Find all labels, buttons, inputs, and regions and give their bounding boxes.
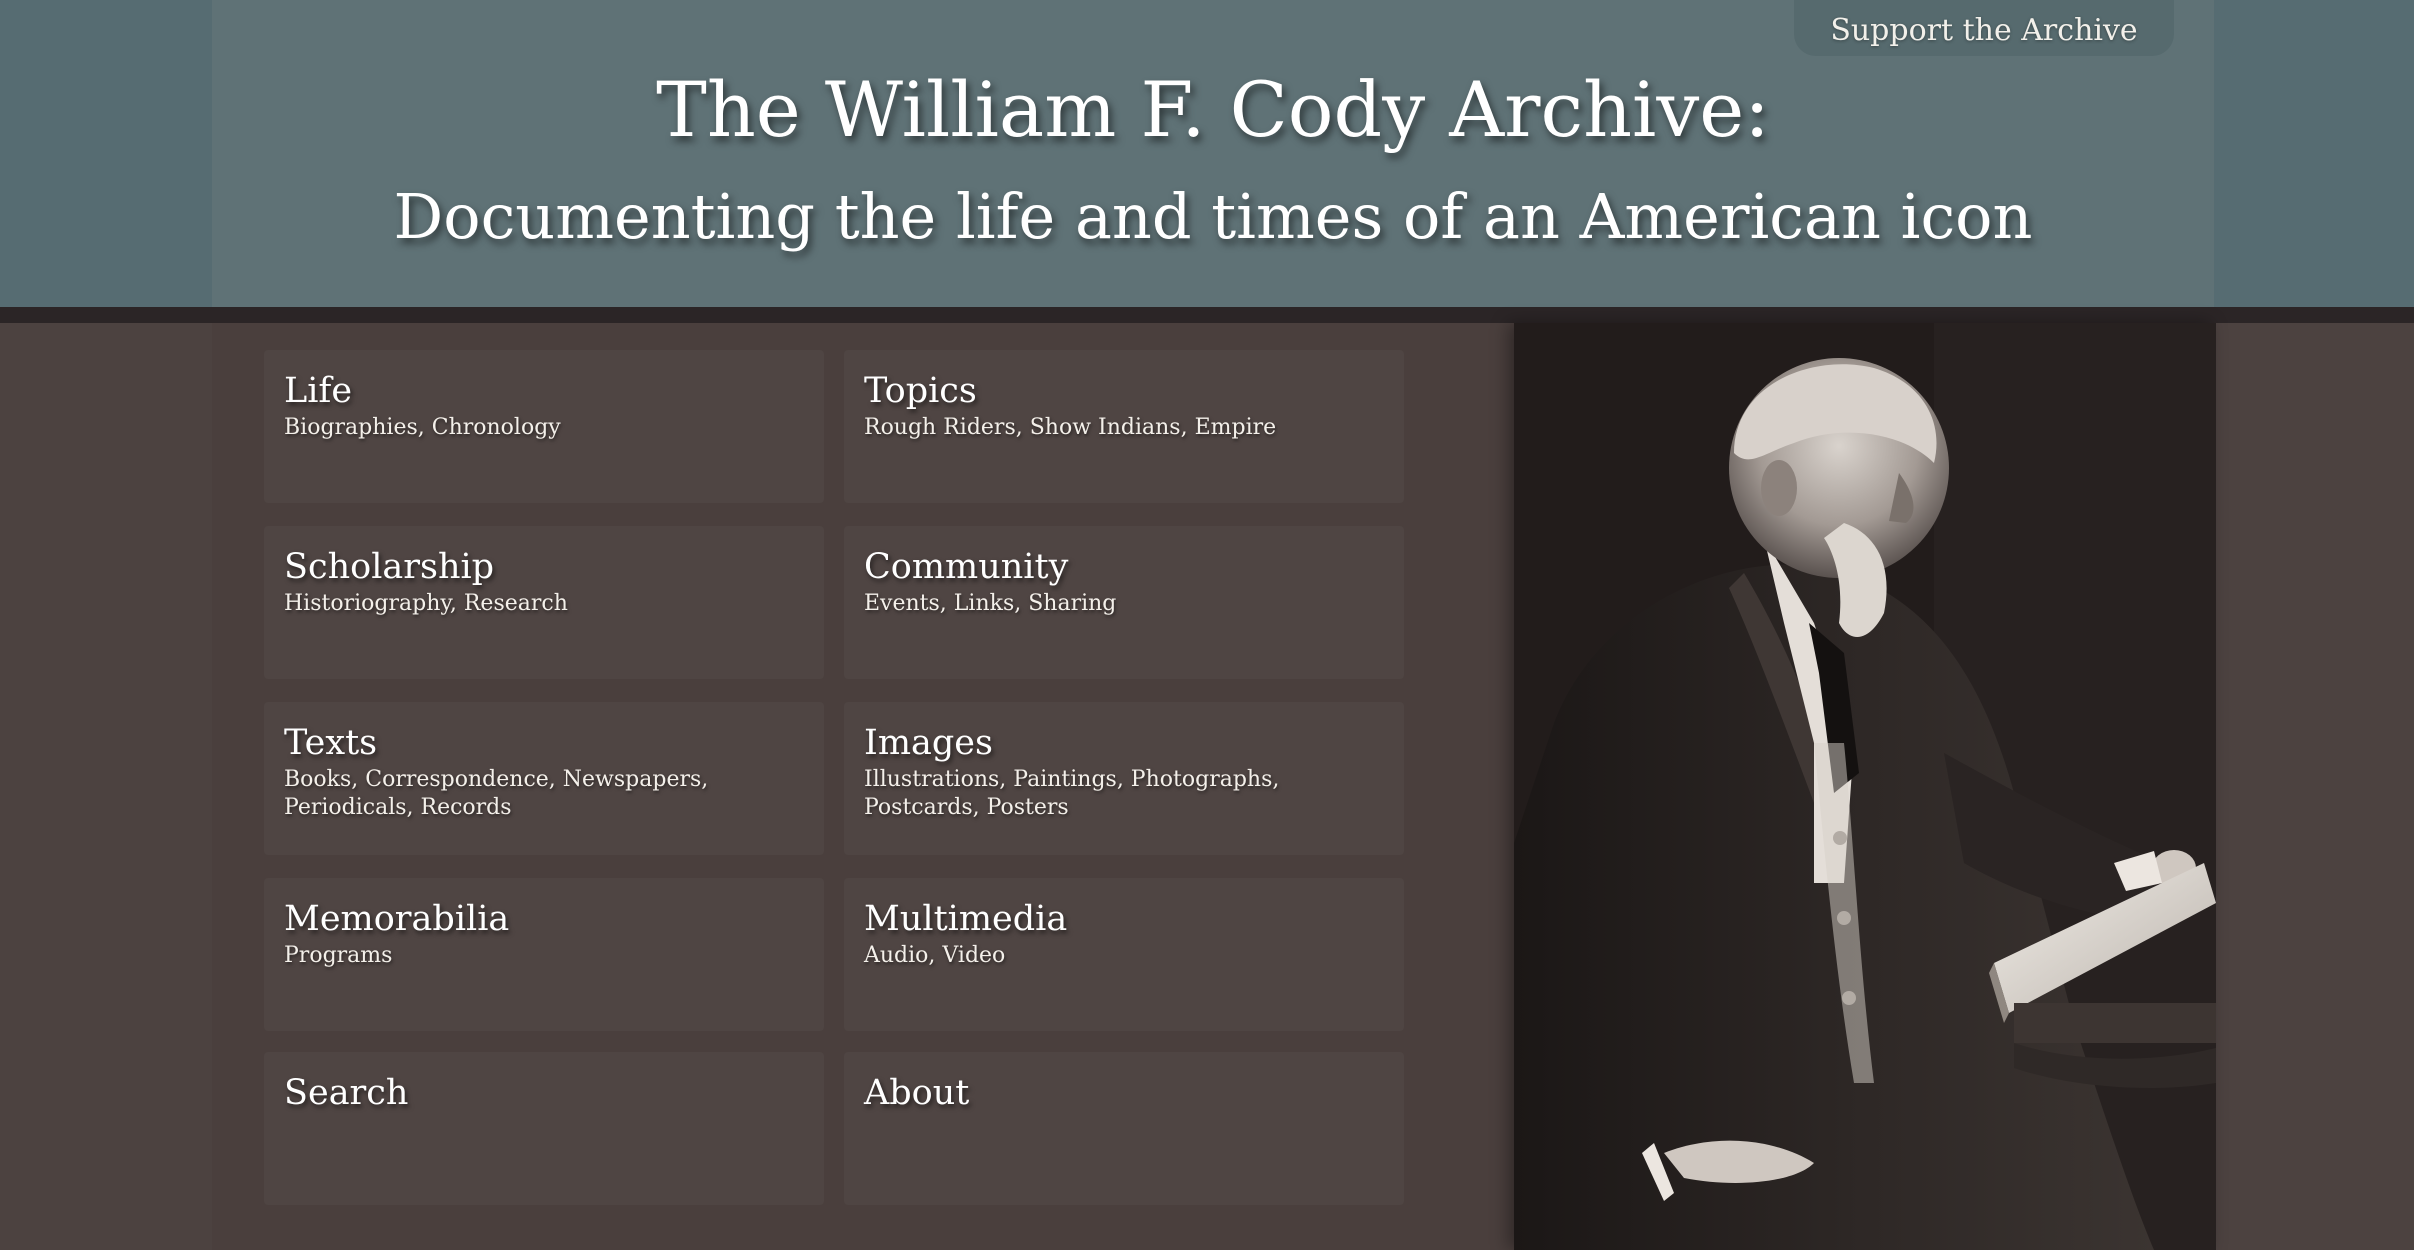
nav-card-texts[interactable]: Texts Books, Correspondence, Newspapers,… xyxy=(264,702,824,855)
nav-card-life[interactable]: Life Biographies, Chronology xyxy=(264,350,824,503)
nav-card-description: Events, Links, Sharing xyxy=(864,591,1117,616)
nav-card-title: Life xyxy=(284,371,353,411)
nav-card-description: Audio, Video xyxy=(864,943,1006,968)
nav-card-community[interactable]: Community Events, Links, Sharing xyxy=(844,526,1404,679)
nav-card-title: Images xyxy=(864,723,993,763)
nav-card-title: Scholarship xyxy=(284,547,495,587)
nav-card-title: Multimedia xyxy=(864,899,1068,939)
site-title: The William F. Cody Archive: xyxy=(656,65,1770,154)
nav-card-title: Community xyxy=(864,547,1069,587)
nav-card-search[interactable]: Search xyxy=(264,1052,824,1205)
nav-card-description: Rough Riders, Show Indians, Empire xyxy=(864,415,1277,440)
nav-card-title: Topics xyxy=(864,371,977,411)
portrait-illustration xyxy=(1514,323,2216,1250)
nav-card-title: Search xyxy=(284,1073,409,1113)
nav-card-title: About xyxy=(864,1073,970,1113)
support-archive-button[interactable]: Support the Archive xyxy=(1794,0,2174,56)
header-divider xyxy=(0,307,2414,323)
nav-card-description: Books, Correspondence, Newspapers, Perio… xyxy=(284,767,709,820)
nav-card-topics[interactable]: Topics Rough Riders, Show Indians, Empir… xyxy=(844,350,1404,503)
nav-card-scholarship[interactable]: Scholarship Historiography, Research xyxy=(264,526,824,679)
nav-card-title: Texts xyxy=(284,723,378,763)
cody-portrait-photo xyxy=(1514,323,2216,1250)
nav-card-memorabilia[interactable]: Memorabilia Programs xyxy=(264,878,824,1031)
nav-card-description: Historiography, Research xyxy=(284,591,568,616)
nav-card-description: Biographies, Chronology xyxy=(284,415,561,440)
nav-card-description: Illustrations, Paintings, Photographs, P… xyxy=(864,767,1280,820)
nav-card-about[interactable]: About xyxy=(844,1052,1404,1205)
nav-card-images[interactable]: Images Illustrations, Paintings, Photogr… xyxy=(844,702,1404,855)
site-subtitle: Documenting the life and times of an Ame… xyxy=(393,180,2033,253)
nav-card-multimedia[interactable]: Multimedia Audio, Video xyxy=(844,878,1404,1031)
nav-card-description: Programs xyxy=(284,943,393,968)
nav-card-title: Memorabilia xyxy=(284,899,510,939)
